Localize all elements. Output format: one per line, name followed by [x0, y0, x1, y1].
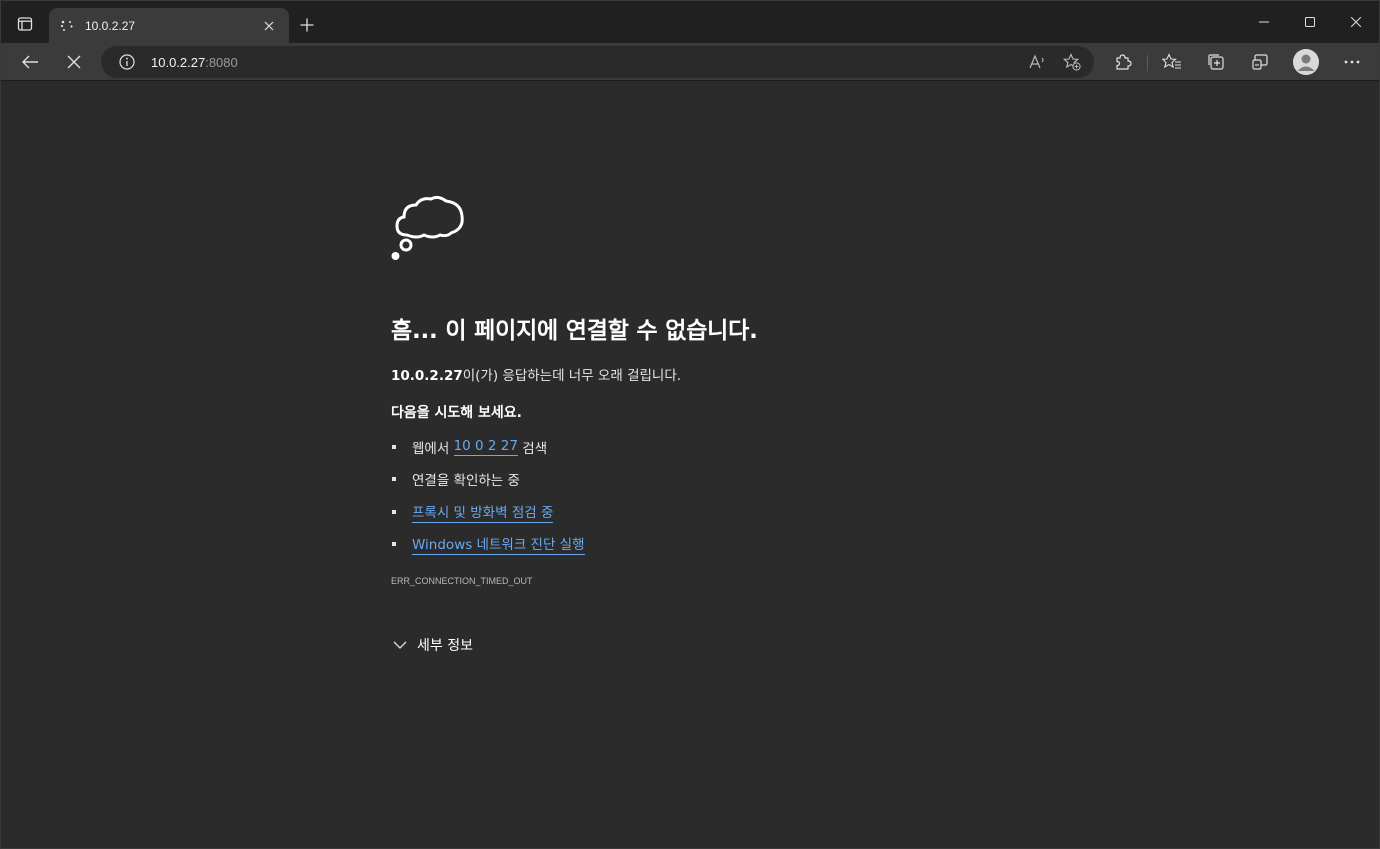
profile-avatar[interactable]: [1293, 49, 1319, 75]
details-label: 세부 정보: [417, 638, 473, 654]
url-text[interactable]: 10.0.2.27:8080: [151, 55, 238, 70]
puzzle-icon: [1116, 54, 1132, 70]
url-port: :8080: [205, 54, 238, 70]
error-code: ERR_CONNECTION_TIMED_OUT: [391, 576, 533, 586]
collections-icon: [1208, 54, 1224, 70]
plus-icon: [300, 18, 314, 32]
close-icon: [264, 21, 274, 30]
loading-spinner-icon: [60, 20, 73, 31]
toolbar-separator: [1147, 55, 1148, 71]
suggestion-check-connection: 연결을 확인하는 중: [391, 469, 520, 489]
suggestion-search-prefix: 웹에서: [412, 441, 454, 457]
settings-more-button[interactable]: [1337, 47, 1367, 77]
site-info-button[interactable]: [117, 52, 137, 72]
chevron-down-icon: [393, 641, 407, 649]
tab-actions-button[interactable]: [9, 9, 41, 39]
toolbar: 10.0.2.27:8080: [1, 43, 1379, 81]
maximize-button[interactable]: [1287, 1, 1333, 43]
screenshot-icon: [1252, 54, 1268, 70]
network-diagnostics-link[interactable]: Windows 네트워크 진단 실행: [412, 533, 585, 555]
suggestion-search-suffix: 검색: [517, 441, 548, 457]
stop-icon: [67, 55, 81, 69]
tab-title: 10.0.2.27: [85, 18, 136, 33]
close-icon: [1351, 17, 1361, 27]
title-bar: 10.0.2.27: [1, 1, 1379, 43]
browser-essentials-button[interactable]: [1245, 47, 1275, 77]
star-add-icon: [1063, 53, 1081, 71]
extensions-button[interactable]: [1108, 47, 1138, 77]
check-proxy-link[interactable]: 프록시 및 방화벽 점검 중: [412, 501, 554, 523]
error-description-text: 이(가) 응답하는데 너무 오래 걸립니다.: [462, 368, 682, 384]
search-web-link[interactable]: 10 0 2 27: [453, 438, 518, 456]
page-content: 흠... 이 페이지에 연결할 수 없습니다. 10.0.2.27이(가) 응답…: [1, 81, 1379, 848]
suggestion-check-connection-text: 연결을 확인하는 중: [412, 473, 520, 489]
favorites-icon: [1162, 53, 1181, 69]
minimize-button[interactable]: [1241, 1, 1287, 43]
favorites-button[interactable]: [1157, 47, 1187, 77]
back-arrow-icon: [22, 55, 38, 69]
stop-loading-button[interactable]: [58, 47, 90, 77]
bullet: [392, 510, 396, 514]
bullet: [392, 542, 396, 546]
tab-active[interactable]: 10.0.2.27: [49, 8, 289, 43]
suggestions-title: 다음을 시도해 보세요.: [391, 405, 522, 421]
address-bar[interactable]: 10.0.2.27:8080: [101, 46, 1094, 78]
browser-window: 10.0.2.27 10.0.2.27:8080 흠... 이 페이지에 연결할…: [0, 0, 1380, 849]
thought-cloud-icon: [391, 195, 464, 260]
suggestion-check-proxy: 프록시 및 방화벽 점검 중: [391, 501, 554, 523]
suggestion-run-diagnostics: Windows 네트워크 진단 실행: [391, 533, 585, 555]
window-controls: [1241, 1, 1379, 43]
collections-button[interactable]: [1201, 47, 1231, 77]
read-aloud-button[interactable]: [1028, 52, 1048, 72]
url-host: 10.0.2.27: [151, 54, 206, 70]
suggestion-search: 웹에서 10 0 2 27 검색: [391, 437, 547, 457]
error-heading: 흠... 이 페이지에 연결할 수 없습니다.: [391, 318, 758, 344]
bullet: [392, 477, 396, 481]
add-favorite-button[interactable]: [1062, 52, 1082, 72]
error-host: 10.0.2.27: [391, 368, 463, 384]
profile-icon: [1293, 49, 1319, 75]
address-bar-actions: [1028, 46, 1082, 78]
minimize-icon: [1259, 21, 1269, 23]
details-toggle[interactable]: 세부 정보: [393, 635, 473, 655]
maximize-icon: [1305, 17, 1315, 27]
more-horizontal-icon: [1344, 60, 1360, 64]
tab-close-button[interactable]: [259, 16, 279, 36]
info-icon: [119, 54, 135, 70]
error-description: 10.0.2.27이(가) 응답하는데 너무 오래 걸립니다.: [391, 364, 681, 384]
tab-actions-icon: [17, 17, 33, 31]
window-close-button[interactable]: [1333, 1, 1379, 43]
new-tab-button[interactable]: [293, 11, 321, 39]
back-button[interactable]: [14, 47, 46, 77]
read-aloud-icon: [1029, 54, 1044, 69]
bullet: [392, 445, 396, 449]
